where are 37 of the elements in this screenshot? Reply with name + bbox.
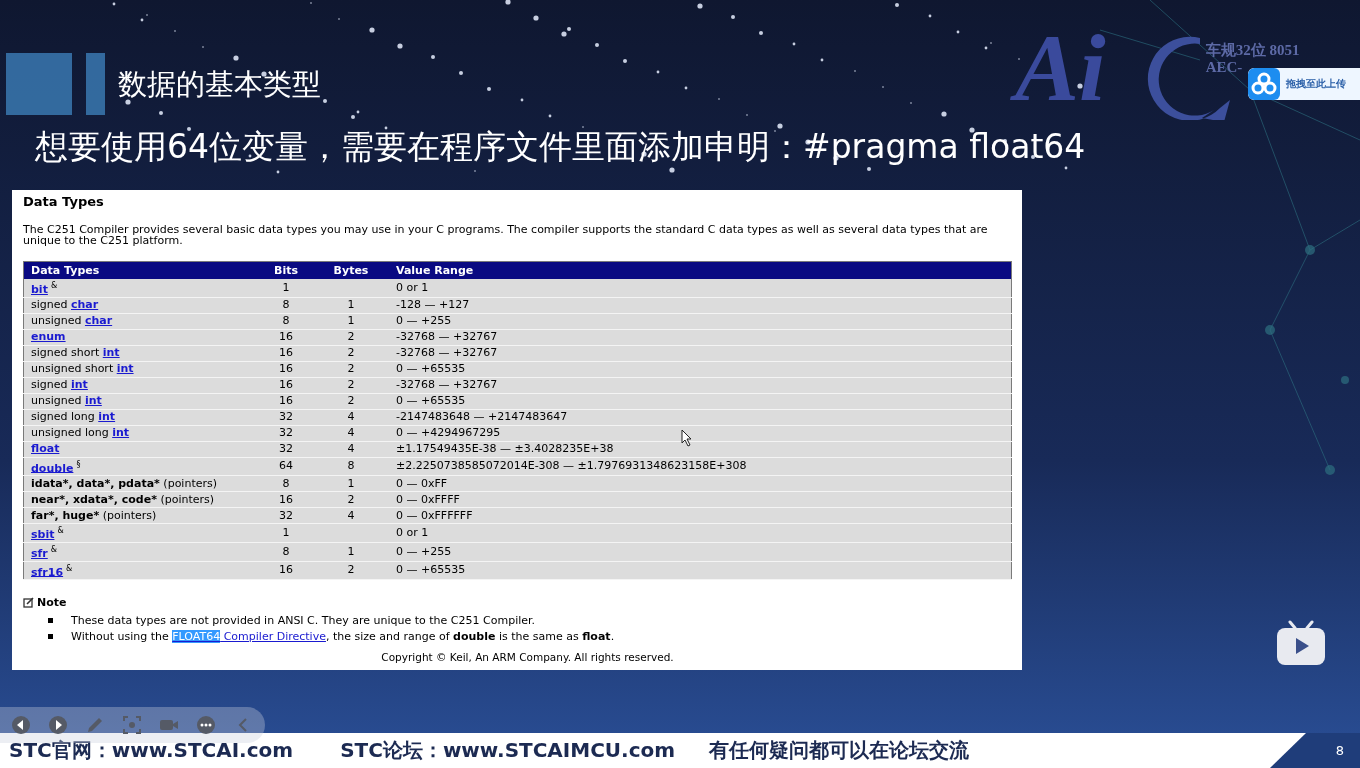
type-link[interactable]: enum — [31, 330, 66, 344]
column-header: Data Types — [23, 261, 246, 279]
page-number: 8 — [1270, 733, 1360, 768]
type-link[interactable]: double — [31, 461, 74, 475]
note-text: These data types are not provided in ANSI C. They are unique to the C251 Compiler. — [71, 613, 535, 627]
directive-link[interactable]: FLOAT64 Compiler Directive — [172, 629, 326, 643]
document-title: Data Types — [23, 194, 105, 210]
footer-text: STC论坛：www.STCAIMCU.com — [340, 737, 676, 764]
table-cell: 1 — [246, 279, 326, 298]
note-text: Without using the FLOAT64 Compiler Directive, the size and range of double is the same as float. — [71, 629, 615, 643]
table-cell: bit $^{&}$ — [23, 279, 246, 298]
footer-text: STC官网：www.STCAI.com — [9, 737, 294, 764]
column-header: Bytes — [326, 261, 376, 279]
type-link[interactable]: float — [31, 442, 60, 456]
column-header: Bits — [246, 261, 326, 279]
type-link[interactable]: int — [71, 378, 88, 392]
type-link[interactable]: sfr16 — [31, 565, 64, 579]
type-link[interactable]: int — [102, 346, 120, 360]
type-link[interactable]: bit — [31, 282, 48, 296]
type-link[interactable]: int — [98, 410, 116, 424]
footer-text: 有任何疑问都可以在论坛交流 — [709, 737, 970, 764]
type-link[interactable]: int — [116, 362, 134, 376]
note-heading: Note — [37, 596, 67, 610]
column-header: Value Range — [376, 261, 1012, 279]
type-link[interactable]: sbit — [31, 527, 55, 541]
logo-caption: 车规32位 8051 — [1205, 42, 1300, 59]
logo-caption: AEC- — [1205, 59, 1244, 76]
upload-widget[interactable]: 拖拽至此上传 — [1248, 68, 1360, 100]
intro-paragraph: The C251 Compiler provides several basic data types you may use in your C programs. The compiler supports the standard C data types as well as several data types that are unique to the C251 platform. — [23, 224, 989, 246]
type-link[interactable]: int — [112, 426, 130, 440]
type-link[interactable]: sfr — [31, 546, 48, 560]
copyright-text: Copyright © Keil, An ARM Company. All rights reserved. — [380, 650, 675, 665]
type-link[interactable]: char — [71, 298, 99, 312]
type-link[interactable]: char — [84, 314, 113, 328]
type-link[interactable]: int — [84, 394, 102, 408]
table-cell: 0 or 1 — [376, 279, 1012, 298]
slide-title: 数据的基本类型 — [118, 67, 321, 101]
